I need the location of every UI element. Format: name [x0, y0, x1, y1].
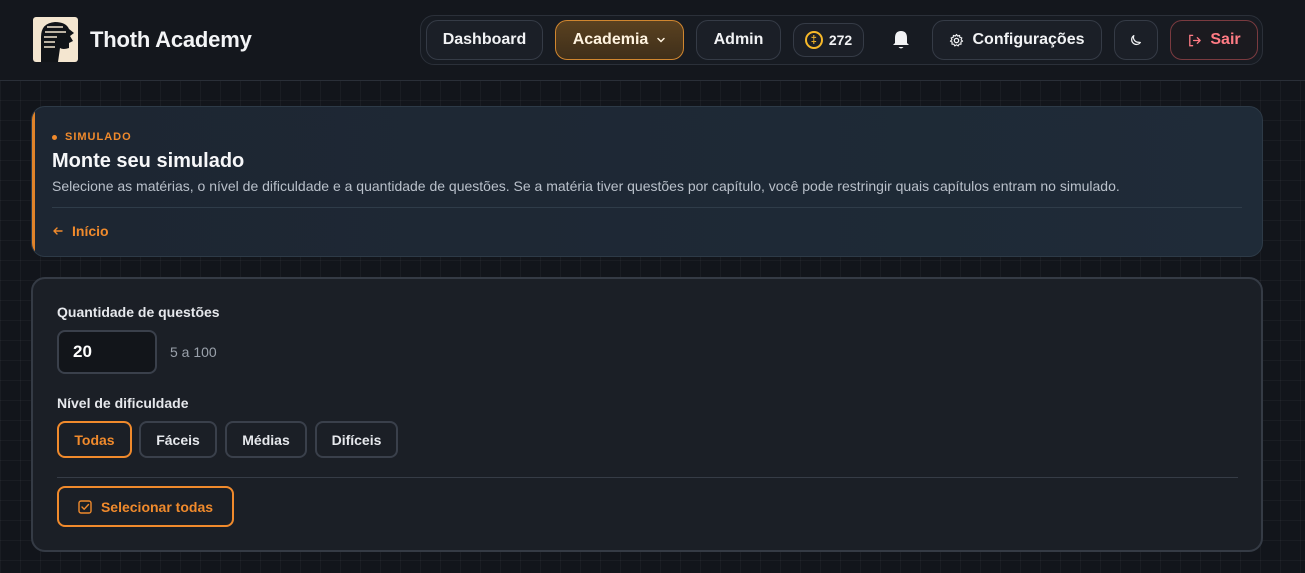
quantity-range-hint: 5 a 100 [170, 344, 217, 360]
difficulty-label: Nível de dificuldade [57, 395, 189, 411]
coins-balance-button[interactable]: ‡ 272 [793, 23, 864, 57]
coin-icon: ‡ [804, 31, 823, 49]
nav-settings-button[interactable]: Configurações [932, 20, 1102, 60]
top-navigation-bar: Thoth Academy Dashboard Academia Admin ‡… [0, 0, 1305, 81]
select-all-label: Selecionar todas [100, 498, 214, 515]
back-link-label: Início [72, 223, 109, 239]
eyebrow-label: SIMULADO [65, 131, 132, 143]
moon-icon [1131, 35, 1141, 46]
coins-count: 272 [828, 32, 853, 48]
quantity-label: Quantidade de questões [57, 304, 220, 320]
nav-academia-label: Academia [572, 31, 649, 48]
card-accent-bar [32, 107, 35, 256]
eyebrow-dot-icon [52, 134, 57, 140]
nav-dashboard-button[interactable]: Dashboard [426, 20, 543, 60]
back-to-home-link[interactable]: Início [52, 223, 109, 239]
nav-dashboard-label: Dashboard [442, 31, 527, 48]
difficulty-easy-button[interactable]: Fáceis [139, 421, 217, 458]
checkbox-check-icon [78, 499, 92, 514]
nav-admin-label: Admin [713, 31, 764, 48]
section-eyebrow: SIMULADO [52, 131, 132, 143]
logout-label: Sair [1210, 31, 1241, 48]
gear-icon [950, 33, 964, 46]
divider [57, 477, 1238, 478]
page-description: Selecione as matérias, o nível de dificu… [52, 178, 1120, 194]
notifications-bell-icon[interactable] [889, 28, 913, 52]
nav-admin-button[interactable]: Admin [696, 20, 781, 60]
logout-icon [1189, 34, 1202, 46]
simulado-settings-panel: Quantidade de questões 5 a 100 Nível de … [31, 277, 1263, 552]
thoth-head-icon [33, 17, 78, 62]
theme-toggle-button[interactable] [1114, 20, 1158, 60]
main-nav: Dashboard Academia Admin ‡ 272 Configura… [420, 15, 1263, 65]
difficulty-all-button[interactable]: Todas [57, 421, 132, 458]
logout-button[interactable]: Sair [1170, 20, 1258, 60]
brand-name: Thoth Academy [90, 26, 252, 52]
arrow-left-icon [53, 227, 63, 235]
brand[interactable]: Thoth Academy [33, 17, 252, 62]
divider [52, 207, 1242, 208]
select-all-button[interactable]: Selecionar todas [57, 486, 234, 527]
difficulty-hard-button[interactable]: Difíceis [315, 421, 398, 458]
chevron-down-icon [657, 37, 666, 43]
difficulty-medium-button[interactable]: Médias [225, 421, 307, 458]
page-title: Monte seu simulado [52, 150, 245, 172]
simulado-intro-card: SIMULADO Monte seu simulado Selecione as… [31, 106, 1263, 257]
quantity-input[interactable] [57, 330, 157, 374]
nav-academia-button[interactable]: Academia [555, 20, 684, 60]
nav-settings-label: Configurações [972, 31, 1085, 48]
